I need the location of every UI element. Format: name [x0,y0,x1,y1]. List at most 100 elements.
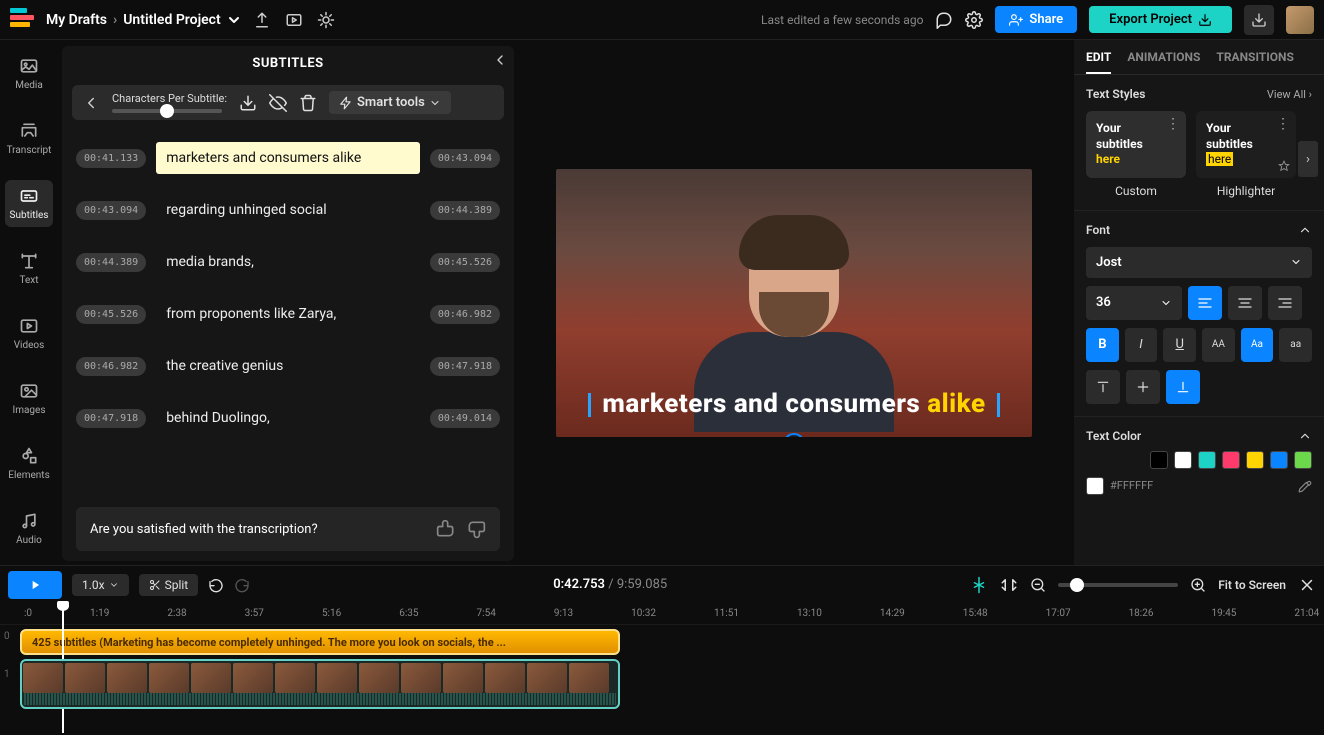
color-swatch[interactable] [1246,451,1264,469]
share-button[interactable]: Share [995,6,1077,33]
comment-icon[interactable] [935,11,953,29]
nav-audio[interactable]: Audio [5,505,53,552]
subtitle-text[interactable]: the creative genius [156,350,420,382]
chevron-down-icon[interactable] [227,13,241,27]
subtitle-row[interactable]: 00:47.918 behind Duolingo, 00:49.014 [72,392,504,444]
subtitle-row[interactable]: 00:44.389 media brands, 00:45.526 [72,236,504,288]
slideshow-icon[interactable] [285,11,303,29]
snap-icon[interactable] [970,576,988,594]
nav-media[interactable]: Media [5,50,53,97]
undo-icon[interactable] [208,577,224,593]
export-button[interactable]: Export Project [1089,6,1232,33]
subtitle-end-time[interactable]: 00:46.982 [430,305,500,324]
back-icon[interactable] [82,94,100,112]
download-subtitles-icon[interactable] [239,94,257,112]
subtitle-end-time[interactable]: 00:44.389 [430,201,500,220]
subtitle-row[interactable]: 00:45.526 from proponents like Zarya, 00… [72,288,504,340]
color-swatch[interactable] [1294,451,1312,469]
subtitle-text[interactable]: marketers and consumers alike [156,142,420,174]
sparkle-icon[interactable] [317,11,335,29]
smart-tools-dropdown[interactable]: Smart tools [329,91,451,114]
chevron-up-icon[interactable] [1298,223,1312,237]
redo-icon[interactable] [234,577,250,593]
subtitle-track-clip[interactable]: 425 subtitles (Marketing has become comp… [20,629,620,655]
color-swatch[interactable] [1174,451,1192,469]
hide-subtitles-icon[interactable] [269,94,287,112]
align-right-button[interactable] [1268,286,1302,320]
lowercase-button[interactable]: aa [1279,328,1312,362]
valign-bottom-button[interactable] [1166,370,1200,404]
subtitle-list[interactable]: 00:41.133 marketers and consumers alike … [62,124,514,561]
valign-middle-button[interactable] [1126,370,1160,404]
nav-elements[interactable]: Elements [5,440,53,487]
upload-icon[interactable] [253,11,271,29]
close-timeline-icon[interactable] [1298,576,1316,594]
current-color-swatch[interactable] [1086,477,1104,495]
style-card-highlighter[interactable]: ⋮ Your subtitles here [1196,111,1296,178]
app-logo[interactable] [10,8,34,32]
playback-speed-select[interactable]: 1.0x [72,574,129,596]
delete-subtitles-icon[interactable] [299,94,317,112]
subtitle-end-time[interactable]: 00:47.918 [430,357,500,376]
view-all-link[interactable]: View All › [1267,88,1312,101]
timeline-ruler[interactable]: :01:192:383:575:166:357:549:1310:3211:51… [0,603,1324,625]
trim-icon[interactable] [1000,576,1018,594]
color-swatch[interactable] [1222,451,1240,469]
chevron-up-icon[interactable] [1298,429,1312,443]
subtitle-start-time[interactable]: 00:43.094 [76,201,146,220]
hex-value[interactable]: #FFFFFF [1110,479,1153,492]
titlecase-button[interactable]: Aa [1241,328,1274,362]
subtitle-end-time[interactable]: 00:43.094 [430,149,500,168]
align-left-button[interactable] [1188,286,1222,320]
subtitle-start-time[interactable]: 00:45.526 [76,305,146,324]
subtitle-text[interactable]: behind Duolingo, [156,402,420,434]
subtitle-row[interactable]: 00:43.094 regarding unhinged social 00:4… [72,184,504,236]
align-center-button[interactable] [1228,286,1262,320]
avatar[interactable] [1286,6,1314,34]
nav-transcript[interactable]: Transcript [5,115,53,162]
color-swatch[interactable] [1198,451,1216,469]
nav-images[interactable]: Images [5,375,53,422]
subtitle-start-time[interactable]: 00:47.918 [76,409,146,428]
nav-subtitles[interactable]: Subtitles [5,180,53,227]
subtitle-start-time[interactable]: 00:44.389 [76,253,146,272]
card-menu-icon[interactable]: ⋮ [1276,115,1290,133]
nav-videos[interactable]: Videos [5,310,53,357]
characters-per-subtitle-slider[interactable]: Characters Per Subtitle: [112,92,227,113]
tab-edit[interactable]: EDIT [1086,50,1111,74]
subtitle-row[interactable]: 00:46.982 the creative genius 00:47.918 [72,340,504,392]
fit-to-screen-button[interactable]: Fit to Screen [1218,578,1286,592]
color-swatch[interactable] [1150,451,1168,469]
subtitle-end-time[interactable]: 00:45.526 [430,253,500,272]
italic-button[interactable]: I [1125,328,1158,362]
font-size-select[interactable]: 36 [1086,286,1182,320]
subtitle-end-time[interactable]: 00:49.014 [430,409,500,428]
nav-text[interactable]: Text [5,245,53,292]
bold-button[interactable]: B [1086,328,1119,362]
subtitle-text[interactable]: media brands, [156,246,420,278]
next-styles-icon[interactable]: › [1298,141,1318,177]
subtitle-start-time[interactable]: 00:46.982 [76,357,146,376]
tab-transitions[interactable]: TRANSITIONS [1216,50,1293,74]
font-family-select[interactable]: Jost [1086,247,1312,278]
preview-canvas[interactable]: marketers and consumers alike ↻ [514,40,1074,565]
breadcrumb[interactable]: My Drafts › Untitled Project [46,12,241,28]
underline-button[interactable]: U [1163,328,1196,362]
collapse-panel-icon[interactable] [492,52,508,68]
timeline-tracks[interactable]: 0 425 subtitles (Marketing has become co… [0,625,1324,733]
subtitle-text[interactable]: regarding unhinged social [156,194,420,226]
style-card-custom[interactable]: ⋮ Your subtitles here [1086,111,1186,178]
color-swatch[interactable] [1270,451,1288,469]
breadcrumb-drafts[interactable]: My Drafts [46,12,107,28]
subtitle-overlay[interactable]: marketers and consumers alike [556,389,1032,419]
card-menu-icon[interactable]: ⋮ [1166,115,1180,133]
split-button[interactable]: Split [139,574,199,596]
play-button[interactable] [8,571,62,599]
eyedropper-icon[interactable] [1298,479,1312,493]
valign-top-button[interactable] [1086,370,1120,404]
video-track-clip[interactable] [20,659,620,709]
thumbs-up-icon[interactable] [436,519,456,539]
subtitle-start-time[interactable]: 00:41.133 [76,149,146,168]
thumbs-down-icon[interactable] [466,519,486,539]
subtitle-row[interactable]: 00:41.133 marketers and consumers alike … [72,132,504,184]
